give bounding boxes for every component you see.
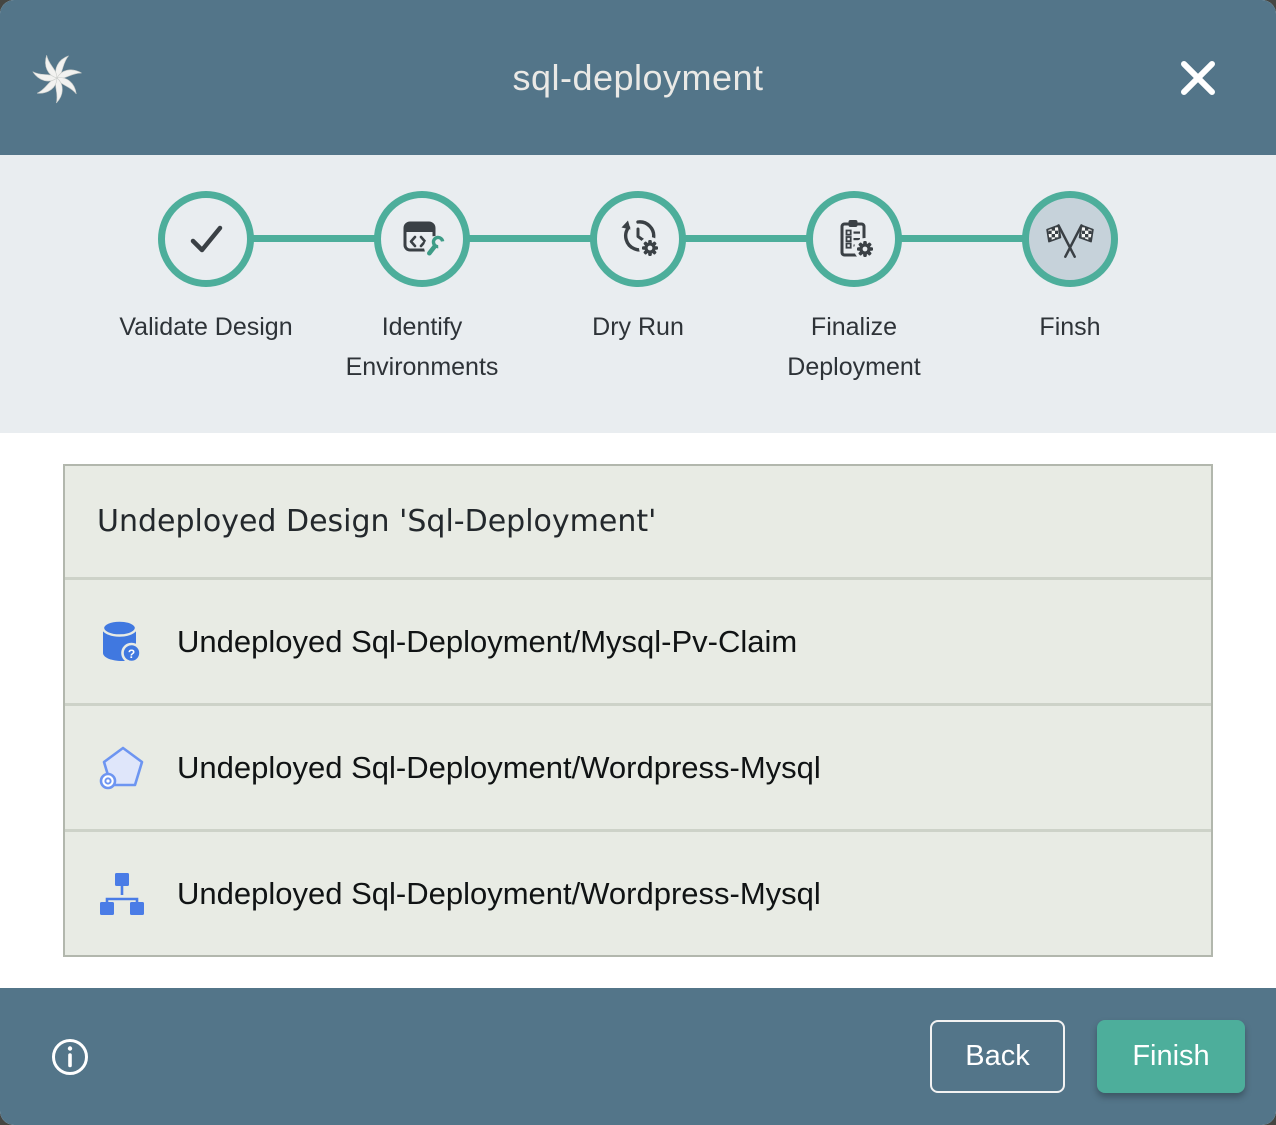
step-label: Finalize Deployment xyxy=(754,307,954,387)
close-icon xyxy=(1176,56,1220,100)
dialog-content: Undeployed Design 'Sql-Deployment' ? Und… xyxy=(0,433,1276,988)
dialog-footer: Back Finish xyxy=(0,988,1276,1125)
history-gear-icon xyxy=(614,215,662,263)
info-button[interactable] xyxy=(50,1037,90,1077)
finish-button[interactable]: Finish xyxy=(1097,1020,1245,1093)
step-label: Identify Environments xyxy=(322,307,522,387)
pentagon-icon xyxy=(97,743,147,793)
design-status-text: Undeployed Design 'Sql-Deployment' xyxy=(97,504,656,539)
meshery-logo-icon xyxy=(30,50,84,106)
step-circle-dry-run xyxy=(590,191,686,287)
clipboard-gear-icon xyxy=(830,215,878,263)
design-status-row: Undeployed Design 'Sql-Deployment' xyxy=(65,466,1211,577)
deployment-wizard-dialog: sql-deployment Validate Design xyxy=(0,0,1276,1125)
step-finish: Finsh xyxy=(962,191,1178,387)
step-circle-finalize xyxy=(806,191,902,287)
step-circle-identify xyxy=(374,191,470,287)
code-window-wrench-icon xyxy=(397,215,447,263)
step-circle-finish xyxy=(1022,191,1118,287)
svg-text:?: ? xyxy=(128,647,135,661)
step-validate-design: Validate Design xyxy=(98,191,314,387)
step-dry-run: Dry Run xyxy=(530,191,746,387)
status-row-text: Undeployed Sql-Deployment/Wordpress-Mysq… xyxy=(177,750,821,786)
deployment-status-panel: Undeployed Design 'Sql-Deployment' ? Und… xyxy=(63,464,1213,957)
status-row-mysql-pv-claim: ? Undeployed Sql-Deployment/Mysql-Pv-Cla… xyxy=(65,580,1211,703)
step-finalize-deployment: Finalize Deployment xyxy=(746,191,962,387)
status-row-wordpress-mysql-2: Undeployed Sql-Deployment/Wordpress-Mysq… xyxy=(65,832,1211,955)
check-icon xyxy=(182,215,230,263)
status-row-wordpress-mysql-1: Undeployed Sql-Deployment/Wordpress-Mysq… xyxy=(65,706,1211,829)
step-circle-validate xyxy=(158,191,254,287)
step-label: Validate Design xyxy=(119,307,292,347)
database-icon: ? xyxy=(97,617,147,667)
wizard-stepper: Validate Design xyxy=(0,155,1276,433)
status-row-text: Undeployed Sql-Deployment/Wordpress-Mysq… xyxy=(177,876,821,912)
dialog-header: sql-deployment xyxy=(0,0,1276,155)
step-label: Dry Run xyxy=(592,307,684,347)
status-row-text: Undeployed Sql-Deployment/Mysql-Pv-Claim xyxy=(177,624,797,660)
close-button[interactable] xyxy=(1176,56,1220,100)
hierarchy-icon xyxy=(97,869,147,919)
back-button[interactable]: Back xyxy=(930,1020,1065,1093)
checkered-flags-icon xyxy=(1045,214,1095,264)
step-identify-environments: Identify Environments xyxy=(314,191,530,387)
dialog-title: sql-deployment xyxy=(0,57,1276,99)
step-label: Finsh xyxy=(1039,307,1100,347)
info-icon xyxy=(50,1037,90,1077)
